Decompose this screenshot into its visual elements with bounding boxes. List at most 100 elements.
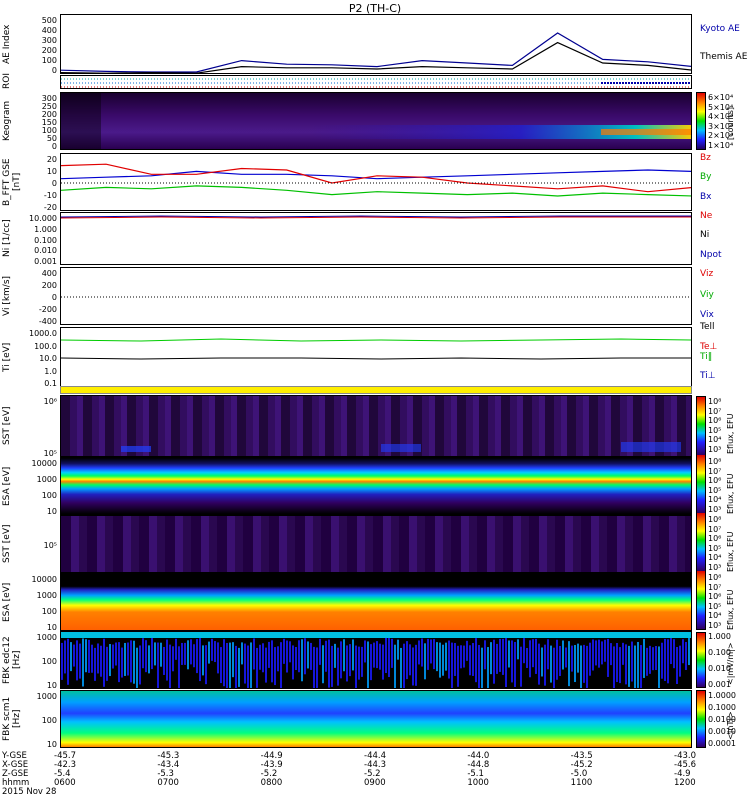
fbk1-streak xyxy=(619,647,621,684)
fbk2-cbar-tick: 0.0100 xyxy=(708,715,736,724)
fbk1-streak xyxy=(145,640,147,673)
fbk1-streak xyxy=(196,639,198,674)
ae-tick: 400 xyxy=(41,26,57,35)
fbk1-streak xyxy=(85,639,87,673)
flux2-cbar-tick: 10⁵ xyxy=(708,485,722,495)
fbk1-streak xyxy=(319,638,321,665)
esa2-panel xyxy=(60,573,692,631)
flux4-cbar-tick: 10⁴ xyxy=(708,611,722,621)
bfgm-tick: 0 xyxy=(51,179,57,188)
fbk1-streak xyxy=(562,640,564,670)
flux4-cbar-tick: 10⁵ xyxy=(708,601,722,611)
fbk1-streak xyxy=(616,643,618,683)
fbk1-streak xyxy=(601,641,603,665)
fbk1-streak xyxy=(124,642,126,676)
legend-bx: Bx xyxy=(700,192,712,202)
flux4-cbar-tick: 10⁷ xyxy=(708,582,722,592)
fbk1-streak xyxy=(364,640,366,663)
fbk1-streak xyxy=(214,641,216,663)
series-kyoto-ae xyxy=(61,32,691,73)
fbk1-streak xyxy=(307,641,309,669)
ae-tick: 200 xyxy=(41,46,57,55)
ni-tick: 0.010 xyxy=(34,246,57,256)
flux2-cbar-tick: 10⁶ xyxy=(708,476,722,486)
fbk1-streak xyxy=(244,643,246,684)
ni-tick: 1.000 xyxy=(34,224,57,234)
keogram-colorbar xyxy=(696,92,706,150)
fbk1-streak xyxy=(634,645,636,688)
fbk1-streak xyxy=(295,647,297,671)
fbk1-streak xyxy=(481,647,483,688)
legend-npot: Npot xyxy=(700,250,722,260)
fbk1-streak xyxy=(610,643,612,666)
flux4-cbar-tick: 10³ xyxy=(708,621,722,630)
fbk1-streak xyxy=(571,645,573,672)
fbk1-streak xyxy=(427,638,429,670)
fbk1-streak xyxy=(316,647,318,688)
fbk1-cbar-title: <|mV/m|> xyxy=(726,642,735,685)
flux3-cbar-tick: 10⁴ xyxy=(708,553,722,563)
flux2-cbar-tick: 10⁸ xyxy=(708,457,722,466)
fbk1-streak xyxy=(391,638,393,668)
bfgm-plot xyxy=(61,163,691,197)
bfgm-tick: -10 xyxy=(43,191,57,200)
fbk1-streak xyxy=(613,646,615,688)
fbk1-streak xyxy=(637,641,639,688)
vi-tick: -200 xyxy=(38,305,57,314)
fbk1-top-band xyxy=(61,632,691,638)
fbk1-streak xyxy=(415,644,417,686)
fbk1-streak xyxy=(313,646,315,688)
esa2-image xyxy=(61,574,692,631)
fbk1-streak xyxy=(259,644,261,670)
fbk1-streak xyxy=(442,644,444,676)
fbk1-streak xyxy=(433,639,435,670)
fbk1-streak xyxy=(538,643,540,685)
ni-tick: 0.001 xyxy=(34,257,57,266)
fbk1-streak xyxy=(679,645,681,677)
fbk1-streak xyxy=(175,638,177,660)
flux2-cbar-tick: 10³ xyxy=(708,505,722,514)
x-tick-label: 0600 xyxy=(54,778,76,788)
fbk1-streak xyxy=(574,645,576,683)
bfgm-tick: 20 xyxy=(46,155,57,164)
keogram-cbar-tick: 1×10⁴ xyxy=(708,141,734,150)
fbk1-streak xyxy=(154,642,156,666)
fbk1-streak xyxy=(268,641,270,668)
ti-tick: 1000.0 xyxy=(29,329,57,338)
fbk1-streak xyxy=(283,638,285,664)
fbk1-streak xyxy=(292,645,294,680)
fbk1-streak xyxy=(91,644,93,673)
ni-panel xyxy=(60,212,692,265)
ae-tick: 300 xyxy=(41,36,57,45)
fbk1-streak xyxy=(274,647,276,686)
fbk1-streak xyxy=(529,640,531,678)
fbk1-streak xyxy=(118,642,120,683)
fbk1-streak xyxy=(544,644,546,686)
fbk1-streak xyxy=(265,647,267,683)
fbk1-tick: 10 xyxy=(46,681,57,690)
fbk1-streak xyxy=(136,647,138,688)
fbk1-streak xyxy=(298,640,300,673)
fbk1-streak xyxy=(376,641,378,669)
fbk1-streak xyxy=(568,641,570,687)
fbk1-streak xyxy=(202,645,204,676)
fbk1-streak xyxy=(472,642,474,676)
flux3-cbar-tick: 10³ xyxy=(708,563,722,572)
fbk2-image xyxy=(61,691,692,748)
fbk1-streak xyxy=(394,644,396,688)
fbk1-streak xyxy=(280,642,282,688)
fbk1-streak xyxy=(673,639,675,669)
fbk1-streak xyxy=(649,645,651,674)
fbk1-streak xyxy=(199,638,201,682)
fbk2-tick: 1000 xyxy=(36,692,57,701)
fbk1-streak xyxy=(517,639,519,660)
fbk1-streak xyxy=(676,647,678,685)
fbk1-streak xyxy=(580,645,582,688)
fbk2-cbar-tick: 0.1000 xyxy=(708,703,736,712)
series-by xyxy=(61,185,691,197)
fbk1-streak xyxy=(241,642,243,665)
legend-viy: Viy xyxy=(700,290,714,300)
fbk1-streak xyxy=(370,644,372,681)
fbk1-streak xyxy=(541,647,543,677)
legend-vix: Vix xyxy=(700,310,714,320)
